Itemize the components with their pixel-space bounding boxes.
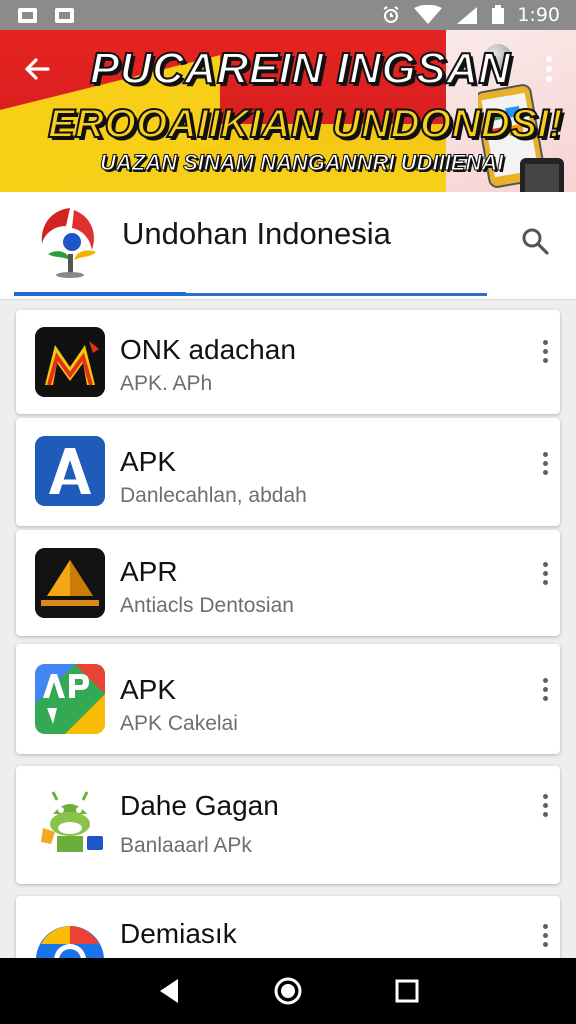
promo-banner[interactable]: PUCAREIN INGSAN EROOAIIKIAN UNDONDSI! UA… bbox=[0, 30, 576, 192]
status-right-icons: 1:90 bbox=[381, 4, 560, 26]
app-name: Dahe Gagan bbox=[120, 790, 279, 821]
list-item[interactable]: APR Antiacls Dentosian bbox=[16, 530, 560, 636]
app-icon-a bbox=[35, 436, 105, 506]
status-left-icons bbox=[18, 7, 74, 23]
signal-icon bbox=[457, 7, 478, 24]
app-subtitle: Banlaaarl APk bbox=[120, 834, 252, 857]
more-vert-icon[interactable] bbox=[540, 794, 550, 822]
app-subtitle: Danlecahlan, abdah bbox=[120, 484, 307, 507]
list-item[interactable]: APK Danlecahlan, abdah bbox=[16, 418, 560, 526]
app-icon-android bbox=[35, 788, 105, 858]
nav-home-button[interactable] bbox=[268, 971, 308, 1011]
active-tab-indicator bbox=[14, 292, 186, 296]
list-item[interactable]: Dahe Gagan Banlaaarl APk bbox=[16, 766, 560, 884]
app-header: Undohan Indonesia bbox=[0, 192, 576, 300]
more-vert-icon[interactable] bbox=[540, 678, 550, 706]
app-logo-icon bbox=[41, 208, 96, 278]
app-name: APK bbox=[120, 446, 177, 477]
app-subtitle: APK Cakelai bbox=[120, 712, 238, 735]
app-subtitle: APK. APh bbox=[120, 372, 213, 395]
more-vert-icon[interactable] bbox=[540, 452, 550, 480]
status-time: 1:90 bbox=[517, 4, 560, 26]
app-name: ONK adachan bbox=[120, 334, 296, 365]
more-vert-icon[interactable] bbox=[540, 562, 550, 590]
more-vert-icon[interactable] bbox=[540, 340, 550, 368]
triangle-back-icon bbox=[160, 979, 179, 1003]
app-icon-pyramid bbox=[35, 548, 105, 618]
battery-icon bbox=[492, 5, 505, 24]
back-arrow-icon[interactable] bbox=[20, 52, 54, 86]
app-icon-maps bbox=[35, 664, 105, 734]
wifi-icon bbox=[414, 5, 443, 24]
notification-icon bbox=[18, 7, 37, 23]
square-recents-icon bbox=[395, 979, 419, 1003]
list-item[interactable]: APK APK Cakelai bbox=[16, 644, 560, 754]
banner-tagline: UAZAN SINAM NANGANNRI UDIIIENAI bbox=[99, 150, 504, 176]
app-subtitle: Antiacls Dentosian bbox=[120, 594, 294, 617]
list-item[interactable]: ONK adachan APK. APh bbox=[16, 310, 560, 414]
app-name: APR bbox=[120, 556, 178, 587]
system-nav-bar bbox=[0, 958, 576, 1024]
nav-back-button[interactable] bbox=[149, 971, 189, 1011]
banner-subheadline: EROOAIIKIAN UNDONDSI! bbox=[47, 101, 563, 147]
search-icon[interactable] bbox=[520, 226, 550, 256]
status-bar: 1:90 bbox=[0, 0, 576, 30]
banner-overflow-menu-icon[interactable] bbox=[544, 56, 554, 84]
app-name: Demiasık bbox=[120, 918, 237, 949]
banner-headline: PUCAREIN INGSAN bbox=[89, 43, 511, 94]
circle-home-icon bbox=[274, 977, 302, 1005]
alarm-icon bbox=[383, 6, 399, 23]
screen: 1:90 PUCAREIN INGSAN EROOAIIKIAN UNDONDS… bbox=[0, 0, 576, 1024]
page-title: Undohan Indonesia bbox=[122, 216, 391, 251]
image-notification-icon bbox=[55, 7, 74, 23]
nav-recents-button[interactable] bbox=[387, 971, 427, 1011]
app-icon-m bbox=[35, 327, 105, 397]
more-vert-icon[interactable] bbox=[540, 924, 550, 952]
app-name: APK bbox=[120, 674, 177, 705]
